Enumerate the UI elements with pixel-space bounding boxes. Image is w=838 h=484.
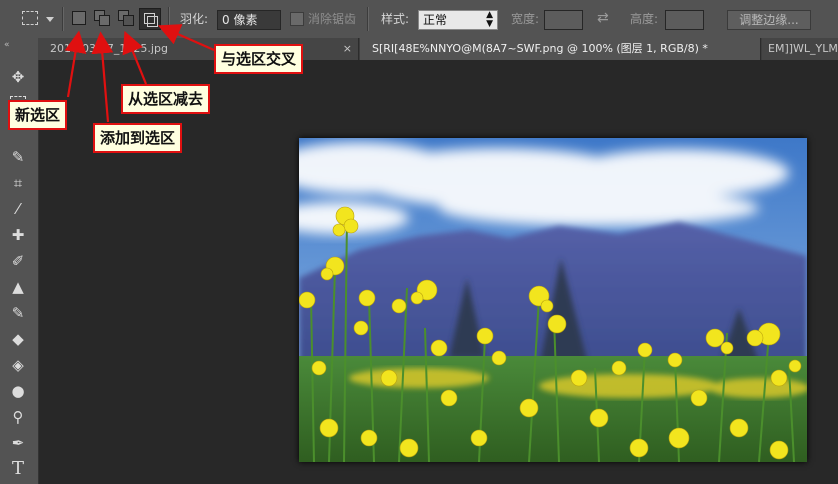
dodge-tool-icon[interactable]: ⚲ <box>4 406 32 428</box>
add-to-selection-icon[interactable] <box>94 10 112 28</box>
width-input[interactable] <box>544 10 583 30</box>
callout-subtract-from-selection: 从选区减去 <box>121 84 211 114</box>
preset-dropdown-arrow-icon[interactable] <box>46 17 54 22</box>
tab-label: S[RI[48E%NNYO@M(8A7~SWF.png @ 100% (图层 1… <box>372 42 708 55</box>
document-tab-bar: 2016-03-17_1825.jpg × S[RI[48E%NNYO@M(8A… <box>38 38 838 60</box>
history-brush-tool-icon[interactable]: ✎ <box>4 302 32 324</box>
style-select-value: 正常 <box>423 13 448 27</box>
antialias-checkbox[interactable] <box>290 12 304 26</box>
feather-label: 羽化: <box>180 12 209 26</box>
type-tool-icon[interactable]: T <box>4 458 32 480</box>
brush-tool-icon[interactable]: ✐ <box>4 250 32 272</box>
document-canvas-image[interactable] <box>299 138 807 462</box>
blur-tool-icon[interactable]: ● <box>4 380 32 402</box>
swap-dimensions-icon[interactable]: ⇄ <box>597 10 609 26</box>
feather-input[interactable]: 0 像素 <box>217 10 281 30</box>
marquee-preset-icon[interactable] <box>22 11 38 25</box>
crop-tool-icon[interactable]: ⌗ <box>4 172 32 194</box>
subtract-from-selection-icon[interactable] <box>118 10 136 28</box>
paint-bucket-tool-icon[interactable]: ◈ <box>4 354 32 376</box>
new-selection-icon[interactable] <box>72 11 86 25</box>
antialias-label: 消除锯齿 <box>308 12 357 26</box>
eyedropper-tool-icon[interactable]: ⁄ <box>4 198 32 220</box>
intersect-with-selection-icon[interactable] <box>139 8 161 30</box>
style-select[interactable]: 正常 ▲ ▼ <box>418 10 498 30</box>
clone-stamp-tool-icon[interactable]: ▲ <box>4 276 32 298</box>
height-label: 高度: <box>630 12 659 26</box>
tab-label: 2016-03-17_1825.jpg <box>50 42 168 55</box>
options-bar: 羽化: 0 像素 消除锯齿 样式: 正常 ▲ ▼ 宽度: ⇄ 高度: 调整边缘..… <box>0 0 838 39</box>
style-label: 样式: <box>381 12 410 26</box>
select-arrows-icon: ▲ ▼ <box>486 10 493 29</box>
tab-document-png[interactable]: S[RI[48E%NNYO@M(8A7~SWF.png @ 100% (图层 1… <box>360 38 761 60</box>
tab-document-3[interactable]: EM]]WL_YLMK3BL <box>762 38 838 60</box>
callout-intersect-with-selection: 与选区交叉 <box>214 44 304 74</box>
height-input[interactable] <box>665 10 704 30</box>
callout-add-to-selection: 添加到选区 <box>93 123 183 153</box>
eraser-tool-icon[interactable]: ◆ <box>4 328 32 350</box>
tab-document-jpg[interactable]: 2016-03-17_1825.jpg × <box>38 38 359 60</box>
refine-edge-button[interactable]: 调整边缘... <box>727 10 811 30</box>
quick-select-tool-icon[interactable]: ✎ <box>4 146 32 168</box>
landscape-photo <box>299 138 807 462</box>
callout-new-selection: 新选区 <box>8 100 68 130</box>
pen-tool-icon[interactable]: ✒ <box>4 432 32 454</box>
tab-label: EM]]WL_YLMK3BL <box>768 42 838 55</box>
move-tool-icon[interactable]: ✥ <box>4 66 32 88</box>
healing-brush-tool-icon[interactable]: ✚ <box>4 224 32 246</box>
close-icon[interactable]: × <box>343 38 352 60</box>
width-label: 宽度: <box>511 12 540 26</box>
collapse-panel-icon[interactable]: « <box>4 40 10 50</box>
